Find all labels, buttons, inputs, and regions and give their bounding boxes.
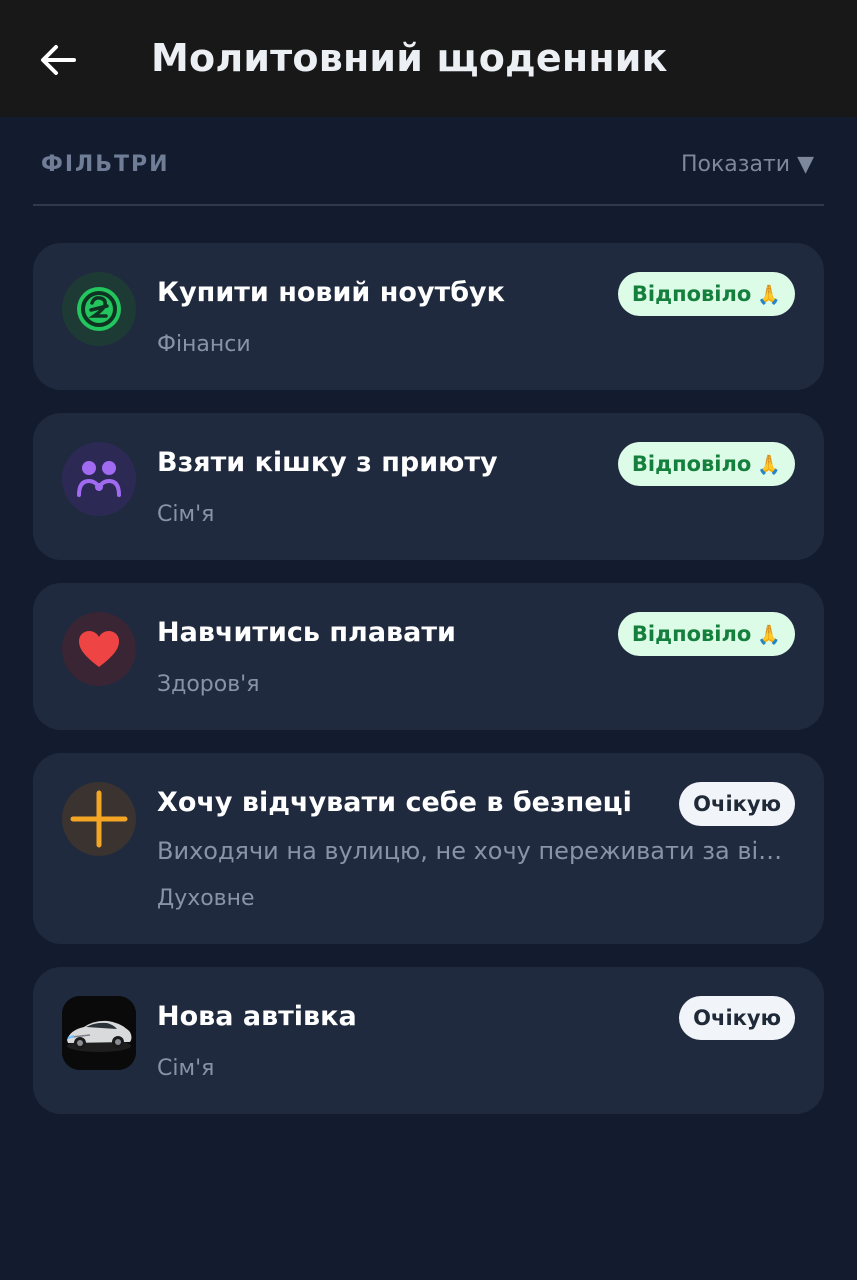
prayer-card[interactable]: Хочу відчувати себе в безпеці Виходячи н… bbox=[33, 753, 824, 944]
prayer-description: Виходячи на вулицю, не хочу переживати з… bbox=[157, 837, 792, 865]
prayer-card[interactable]: Купити новий ноутбук Фінанси Відповіло 🙏 bbox=[33, 243, 824, 390]
status-label: Очікую bbox=[693, 792, 781, 816]
category-icon-finance bbox=[62, 272, 136, 346]
currency-icon bbox=[77, 287, 121, 331]
status-badge: Очікую bbox=[679, 782, 795, 826]
praying-hands-icon: 🙏 bbox=[757, 453, 781, 476]
prayer-category: Фінанси bbox=[157, 332, 251, 357]
category-icon-spiritual bbox=[62, 782, 136, 856]
category-icon-family bbox=[62, 442, 136, 516]
status-label: Відповіло bbox=[631, 282, 752, 306]
status-badge: Відповіло 🙏 bbox=[617, 612, 795, 656]
filters-show-toggle[interactable]: Показати ▼ bbox=[681, 152, 814, 177]
status-badge: Відповіло 🙏 bbox=[617, 272, 795, 316]
cross-icon bbox=[70, 790, 128, 848]
prayer-title: Взяти кішку з приюту bbox=[157, 447, 498, 478]
car-image bbox=[62, 996, 136, 1070]
app-header: Молитовний щоденник bbox=[0, 0, 857, 117]
prayer-title: Купити новий ноутбук bbox=[157, 277, 505, 308]
status-label: Очікую bbox=[693, 1006, 781, 1030]
heart-icon bbox=[79, 631, 119, 667]
prayer-title: Навчитись плавати bbox=[157, 617, 456, 648]
status-badge: Відповіло 🙏 bbox=[617, 442, 795, 486]
prayer-category: Здоров'я bbox=[157, 672, 260, 697]
prayer-category: Духовне bbox=[157, 886, 255, 911]
prayer-card[interactable]: Навчитись плавати Здоров'я Відповіло 🙏 bbox=[33, 583, 824, 730]
prayer-title: Хочу відчувати себе в безпеці bbox=[157, 787, 632, 818]
praying-hands-icon: 🙏 bbox=[757, 283, 781, 306]
filters-label: ФІЛЬТРИ bbox=[41, 152, 170, 177]
prayer-card[interactable]: Нова автівка Сім'я Очікую bbox=[33, 967, 824, 1114]
prayer-category: Сім'я bbox=[157, 502, 215, 527]
praying-hands-icon: 🙏 bbox=[757, 623, 781, 646]
family-icon bbox=[77, 461, 121, 497]
prayer-card[interactable]: Взяти кішку з приюту Сім'я Відповіло 🙏 bbox=[33, 413, 824, 560]
filters-bar: ФІЛЬТРИ Показати ▼ bbox=[33, 140, 824, 206]
status-label: Відповіло bbox=[631, 452, 752, 476]
page-title: Молитовний щоденник bbox=[151, 36, 668, 80]
status-label: Відповіло bbox=[631, 622, 752, 646]
prayer-category: Сім'я bbox=[157, 1056, 215, 1081]
car-photo bbox=[62, 996, 136, 1070]
category-icon-health bbox=[62, 612, 136, 686]
back-button[interactable] bbox=[30, 34, 86, 86]
prayer-title: Нова автівка bbox=[157, 1001, 357, 1032]
arrow-left-icon bbox=[41, 45, 76, 75]
status-badge: Очікую bbox=[679, 996, 795, 1040]
